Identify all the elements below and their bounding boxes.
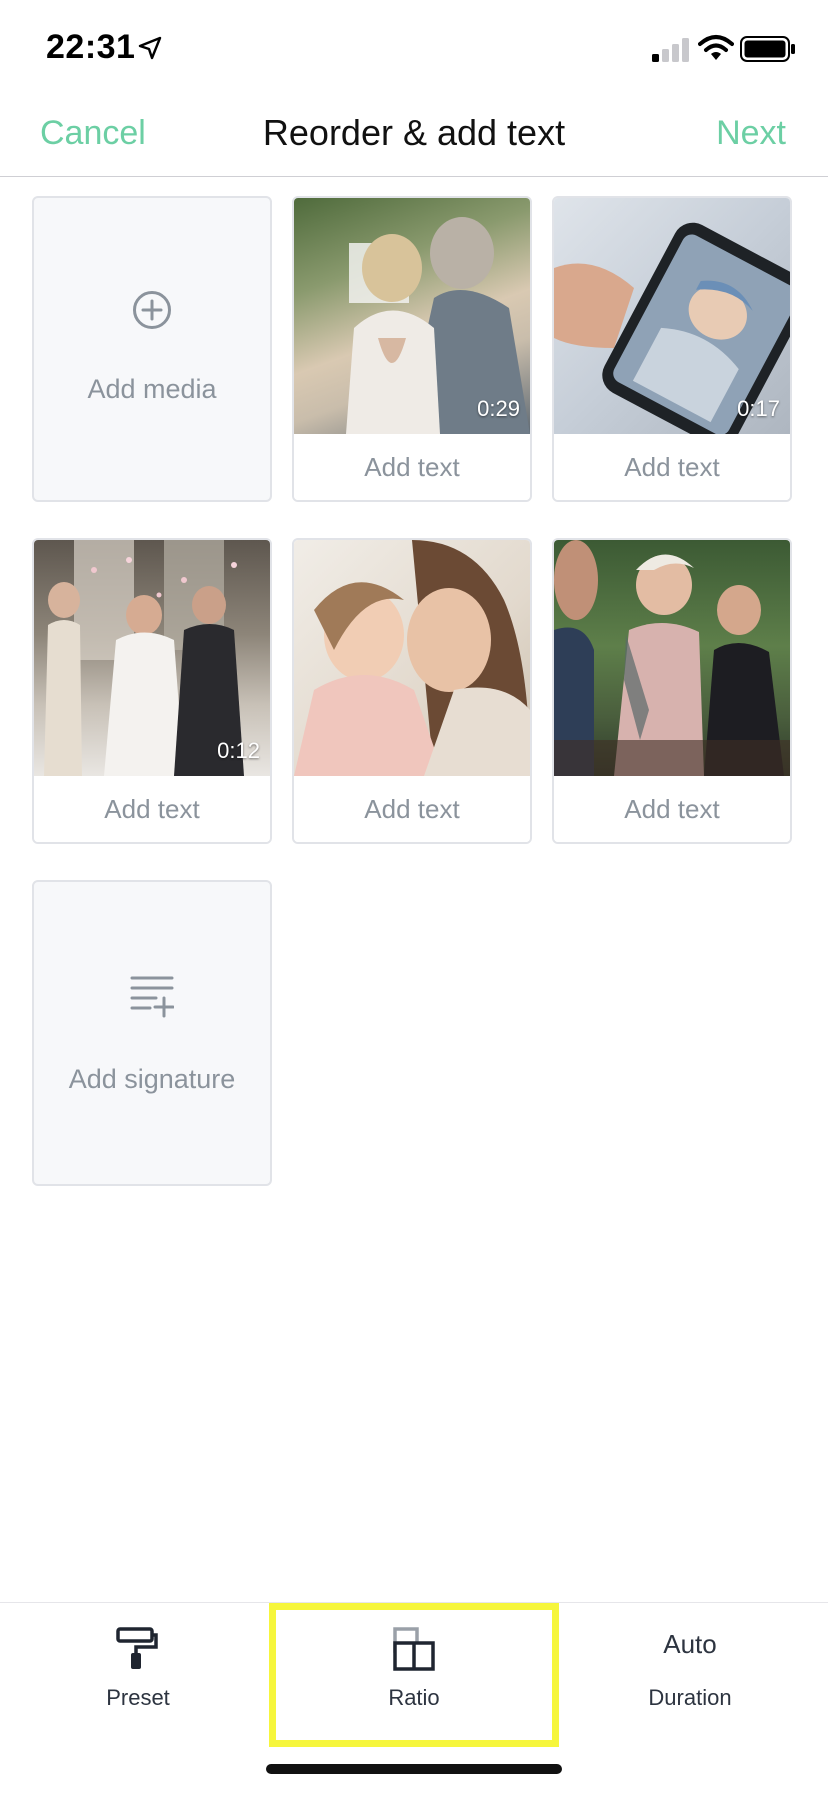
video-duration: 0:29 [477,396,520,421]
media-thumbnail[interactable] [294,540,530,776]
add-text-button[interactable]: Add text [34,776,270,842]
media-tile[interactable]: Add text [552,538,792,844]
location-arrow-icon [138,36,162,60]
add-signature-button[interactable]: Add signature [32,880,272,1186]
media-thumbnail[interactable]: 0:17 [554,198,790,434]
next-button[interactable]: Next [716,114,786,153]
add-text-lines-icon [130,976,174,1018]
status-bar: 22:31 [0,0,828,96]
battery-icon [740,36,795,62]
preset-label: Preset [106,1685,170,1710]
add-text-button[interactable]: Add text [554,434,790,500]
ratio-button[interactable]: Ratio [276,1603,552,1753]
duration-label: Duration [648,1685,732,1710]
cancel-button[interactable]: Cancel [40,114,146,153]
paint-roller-icon [116,1627,158,1669]
status-time: 22:31 [46,28,136,66]
add-media-label: Add media [87,374,217,404]
add-circle-icon [133,291,171,329]
nav-bar: Reorder & add text Cancel Next [0,96,828,177]
media-thumbnail[interactable] [554,540,790,776]
duration-button[interactable]: Auto Duration [552,1603,828,1753]
wifi-icon [698,35,734,60]
home-indicator[interactable] [266,1764,562,1774]
preset-button[interactable]: Preset [0,1603,276,1753]
media-tile[interactable]: Add text [292,538,532,844]
add-media-button[interactable]: Add media [32,196,272,502]
cellular-signal-icon [652,38,689,62]
add-text-button[interactable]: Add text [294,434,530,500]
video-duration: 0:12 [217,738,260,763]
aspect-ratio-icon [393,1627,435,1671]
media-tile[interactable]: 0:29 Add text [292,196,532,502]
ratio-label: Ratio [388,1685,440,1710]
media-tile[interactable]: 0:12 Add text [32,538,272,844]
media-thumbnail[interactable]: 0:12 [34,540,270,776]
media-tile[interactable]: 0:17 Add text [552,196,792,502]
duration-value: Auto [663,1629,717,1659]
add-text-button[interactable]: Add text [554,776,790,842]
add-signature-label: Add signature [68,1064,236,1094]
add-text-button[interactable]: Add text [294,776,530,842]
video-duration: 0:17 [737,396,780,421]
media-thumbnail[interactable]: 0:29 [294,198,530,434]
